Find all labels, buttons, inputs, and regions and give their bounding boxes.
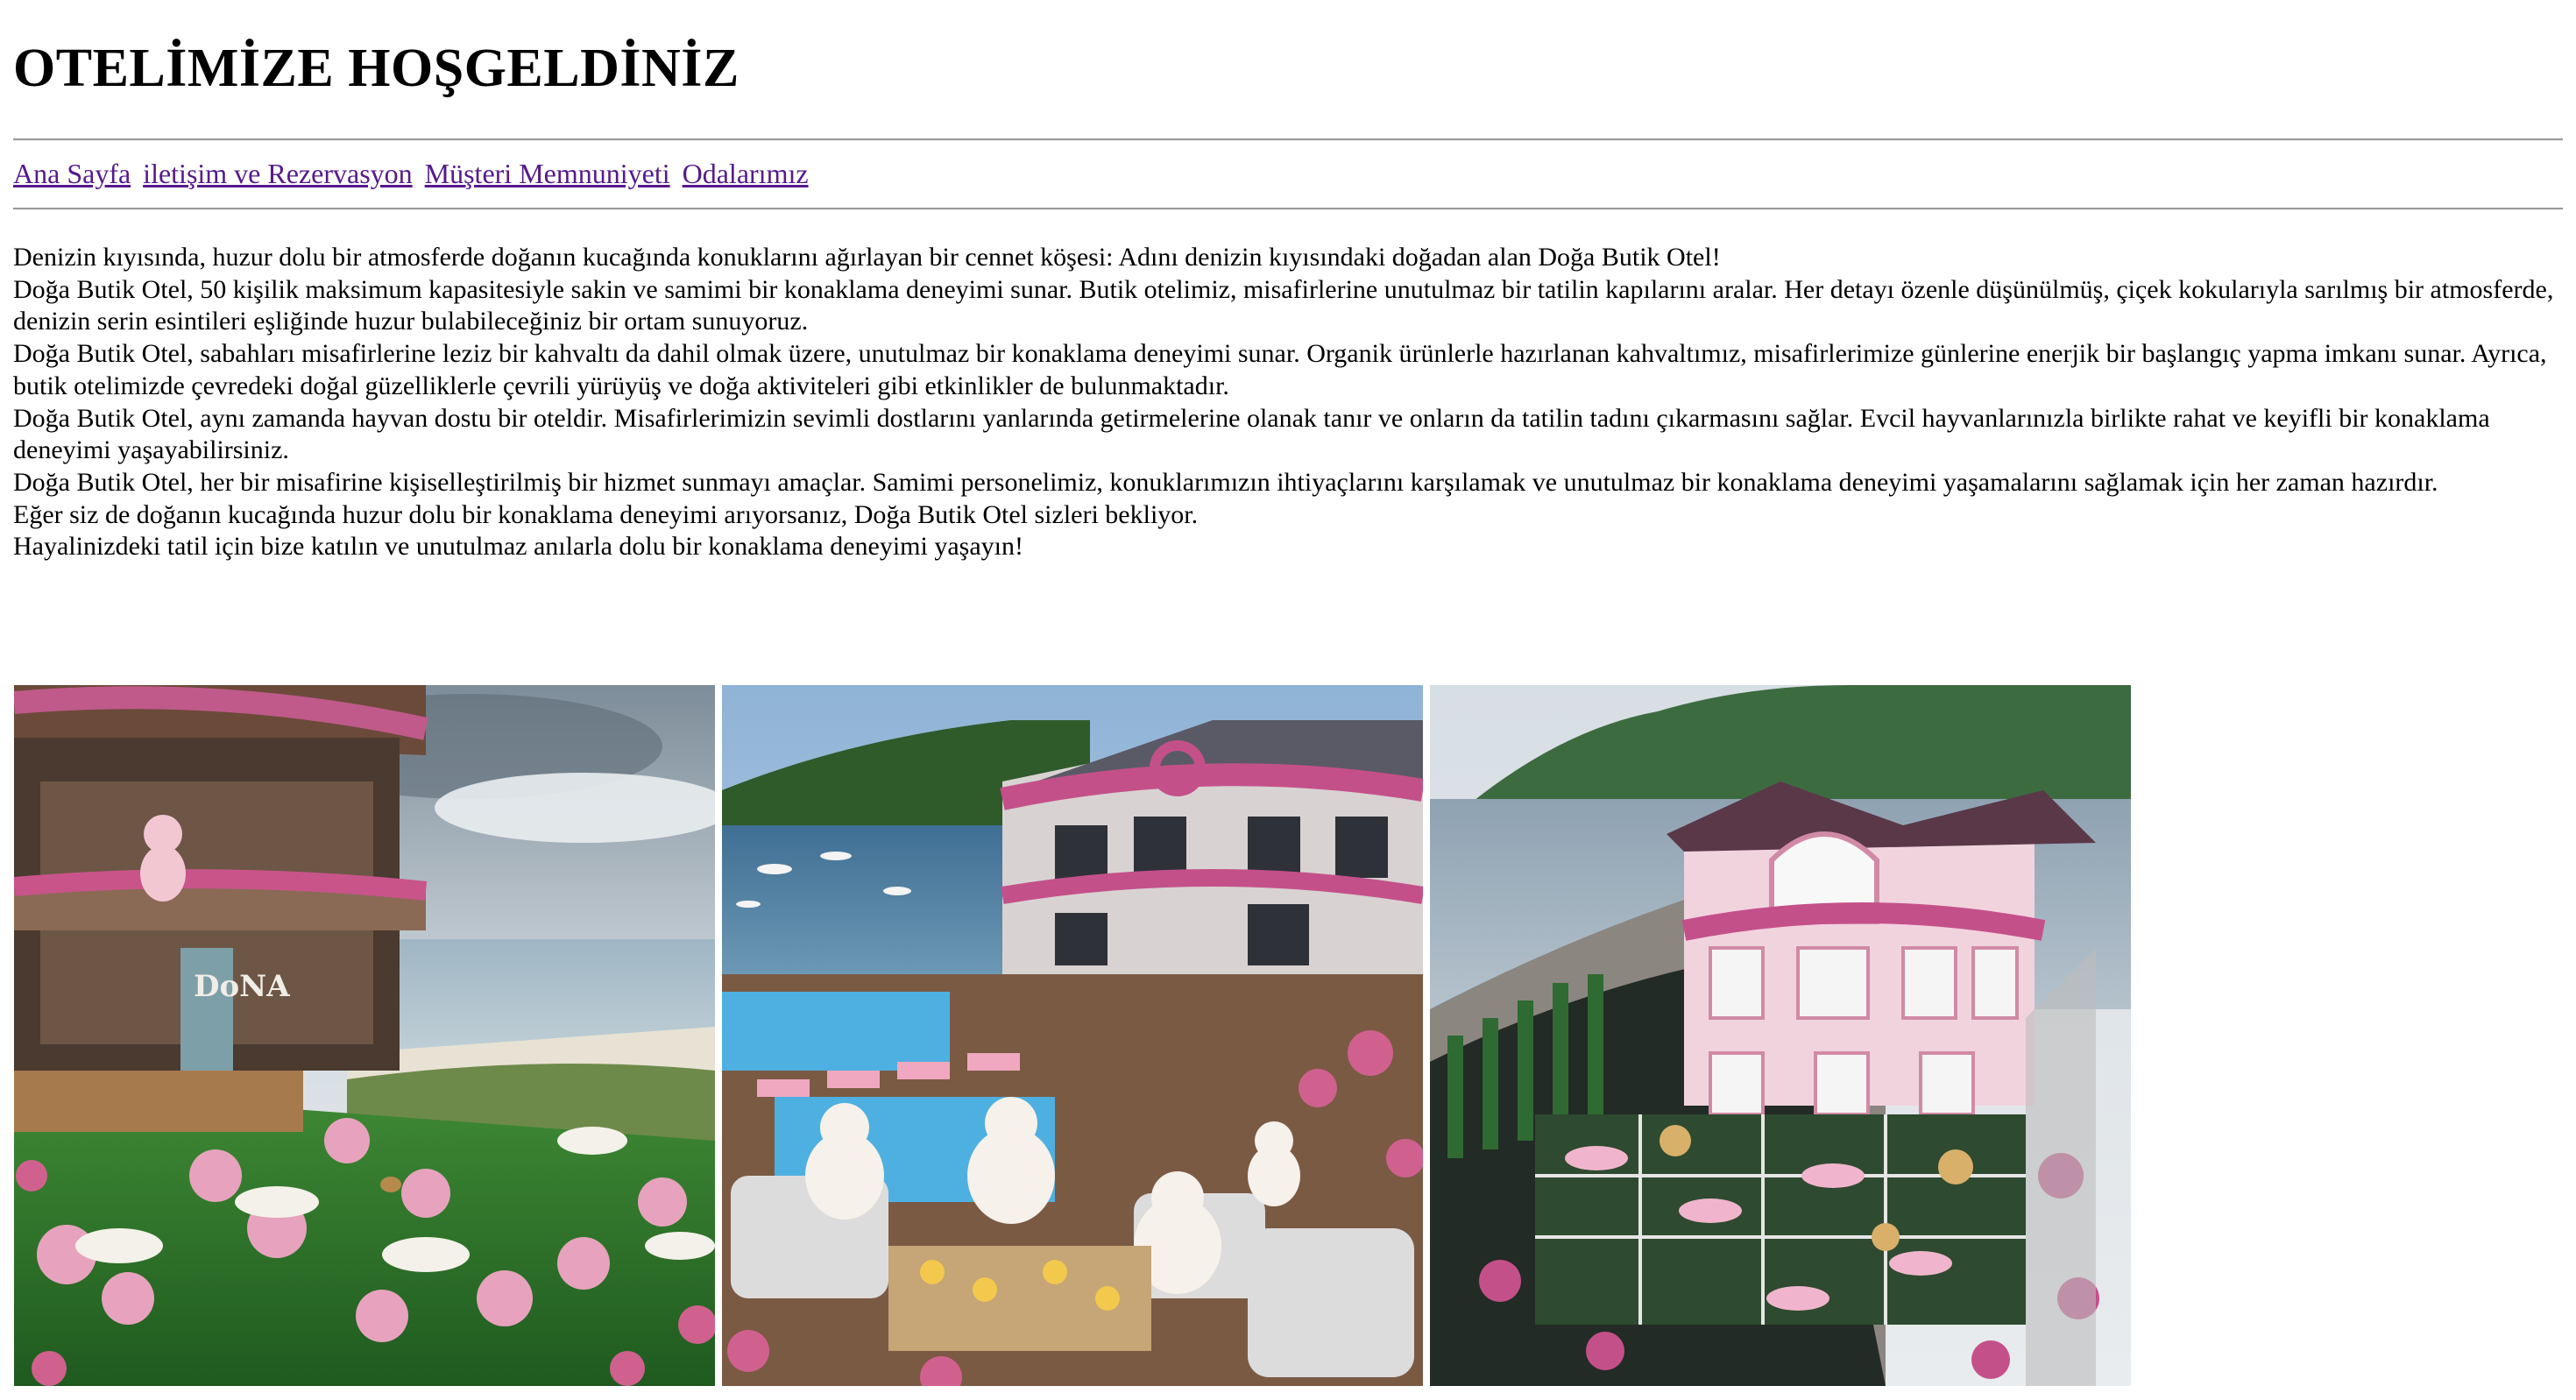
dona-sign: DoNA (194, 969, 290, 1004)
gallery-image-villa-pool (722, 685, 1423, 1386)
villa-pool-illustration (722, 685, 1423, 1386)
nav-link-rooms[interactable]: Odalarımız (683, 158, 809, 189)
gallery-image-pink-villa (1430, 685, 2131, 1386)
pink-villa-illustration (1430, 685, 2131, 1386)
page: OTELİMİZE HOŞGELDİNİZ Ana Sayfa iletişim… (0, 0, 2576, 563)
nav-link-home[interactable]: Ana Sayfa (13, 158, 131, 189)
paragraph-invitation: Eğer siz de doğanın kucağında huzur dolu… (13, 499, 1199, 529)
garden-terrace-illustration: DoNA (14, 685, 715, 1386)
paragraph-intro: Denizin kıyısında, huzur dolu bir atmosf… (13, 243, 1721, 272)
page-title: OTELİMİZE HOŞGELDİNİZ (13, 39, 740, 98)
paragraph-service: Doğa Butik Otel, her bir misafirine kişi… (13, 467, 2438, 497)
gallery-image-garden-terrace: DoNA (14, 685, 715, 1386)
main-nav: Ana Sayfa iletişim ve Rezervasyon Müşter… (13, 141, 2563, 208)
paragraph-closing: Hayalinizdeki tatil için bize katılın ve… (13, 532, 1023, 562)
paragraph-capacity: Doğa Butik Otel, 50 kişilik maksimum kap… (13, 274, 2554, 336)
nav-link-contact-reservation[interactable]: iletişim ve Rezervasyon (143, 158, 412, 189)
nav-link-customer-satisfaction[interactable]: Müşteri Memnuniyeti (425, 158, 670, 189)
paragraph-pet-friendly: Doğa Butik Otel, aynı zamanda hayvan dos… (13, 403, 2490, 465)
photo-gallery: DoNA (14, 685, 2131, 1386)
paragraph-breakfast: Doğa Butik Otel, sabahları misafirlerine… (13, 339, 2547, 400)
intro-text: Denizin kıyısında, huzur dolu bir atmosf… (13, 210, 2567, 563)
